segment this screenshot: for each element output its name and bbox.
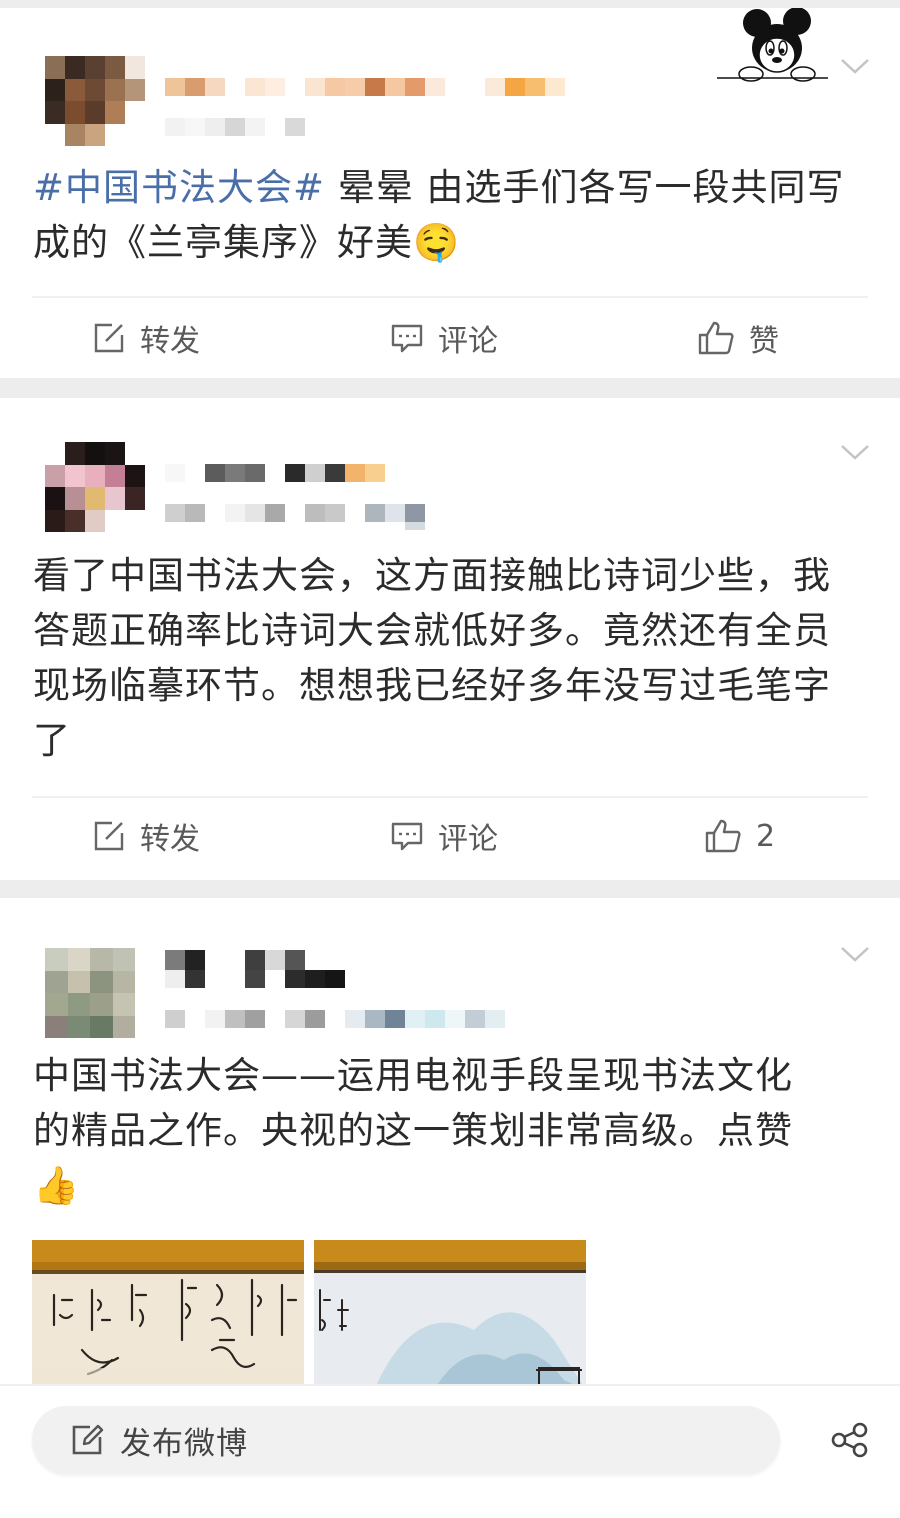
thumbs-up-icon — [698, 321, 734, 355]
repost-button[interactable]: 转发 — [92, 298, 200, 378]
post-image[interactable] — [32, 1240, 304, 1384]
drooling-emoji: 🤤 — [413, 221, 461, 264]
avatar[interactable] — [45, 56, 145, 146]
post-card[interactable]: 中国书法大会——运用电视手段呈现书法文化 的精品之作。央视的这一策划非常高级。点… — [0, 898, 900, 1384]
comment-bubble-icon — [391, 324, 423, 353]
chevron-down-icon[interactable] — [840, 944, 870, 964]
like-count: 2 — [756, 818, 776, 854]
hashtag-link[interactable]: #中国书法大会# — [33, 166, 325, 209]
repost-label: 转发 — [140, 822, 200, 857]
chevron-down-icon[interactable] — [840, 442, 870, 462]
post-meta-tail — [405, 522, 425, 530]
edit-square-icon — [94, 821, 124, 851]
repost-label: 转发 — [140, 324, 200, 359]
comment-button[interactable]: 评论 — [390, 298, 498, 378]
comment-bubble-icon — [391, 822, 423, 851]
post-card[interactable]: #中国书法大会# 晕晕 由选手们各写一段共同写 成的《兰亭集序》好美🤤 转发 评… — [0, 8, 900, 378]
compose-icon — [72, 1424, 104, 1455]
comment-button[interactable]: 评论 — [390, 796, 498, 876]
post-meta — [165, 504, 445, 522]
post-text: 中国书法大会——运用电视手段呈现书法文化 的精品之作。央视的这一策划非常高级。点… — [33, 1048, 873, 1213]
post-actions: 转发 评论 2 — [0, 796, 900, 876]
bottom-bar: 发布微博 — [0, 1384, 900, 1518]
like-button[interactable]: 赞 — [697, 298, 779, 378]
thumbs-up-emoji: 👍 — [33, 1164, 81, 1207]
share-icon[interactable] — [830, 1422, 870, 1462]
chevron-down-icon[interactable] — [840, 56, 870, 76]
username-row2 — [165, 970, 345, 988]
post-image[interactable] — [314, 1240, 586, 1384]
thumbs-up-icon — [705, 819, 741, 853]
post-text: 看了中国书法大会，这方面接触比诗词少些，我 答题正确率比诗词大会就低好多。竟然还… — [33, 554, 831, 762]
username[interactable] — [165, 464, 385, 482]
comment-label: 评论 — [438, 324, 498, 359]
like-label: 赞 — [749, 324, 779, 359]
post-text: #中国书法大会# 晕晕 由选手们各写一段共同写 成的《兰亭集序》好美🤤 — [33, 166, 845, 264]
repost-button[interactable]: 转发 — [92, 796, 200, 876]
avatar[interactable] — [45, 442, 145, 532]
post-meta — [165, 1010, 505, 1028]
comment-label: 评论 — [438, 822, 498, 857]
username[interactable] — [165, 950, 305, 970]
avatar[interactable] — [45, 948, 135, 1038]
post-card[interactable]: 看了中国书法大会，这方面接触比诗词少些，我 答题正确率比诗词大会就低好多。竟然还… — [0, 398, 900, 880]
like-button[interactable]: 2 — [704, 796, 775, 876]
post-meta — [165, 118, 305, 136]
post-actions: 转发 评论 赞 — [0, 298, 900, 378]
edit-square-icon — [94, 323, 124, 353]
compose-button[interactable]: 发布微博 — [32, 1406, 780, 1474]
mickey-sticker — [715, 8, 830, 83]
username[interactable] — [165, 78, 565, 96]
compose-label: 发布微博 — [120, 1425, 248, 1462]
